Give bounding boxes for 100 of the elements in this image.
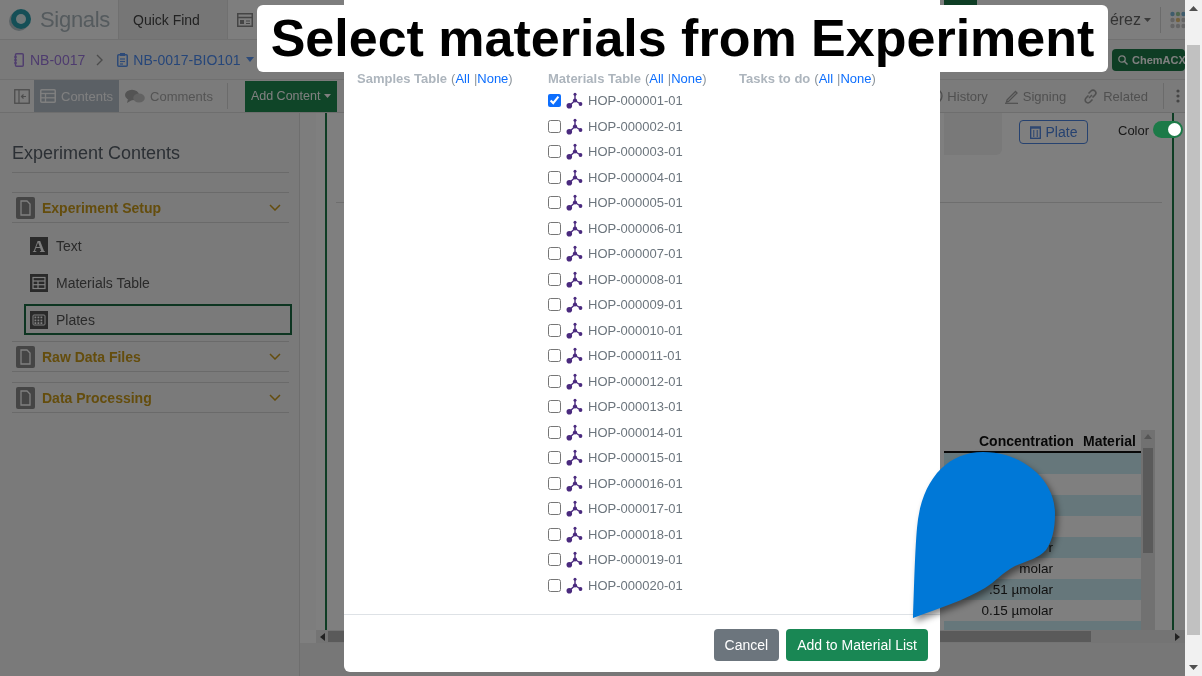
material-name: HOP-000006-01 xyxy=(588,220,683,236)
breadcrumb-link[interactable]: NB-0017 xyxy=(30,51,86,68)
notebook-icon xyxy=(14,52,24,67)
table-cell: r xyxy=(1048,540,1053,555)
quick-find-tab[interactable]: Quick Find xyxy=(118,0,228,39)
material-name: HOP-000003-01 xyxy=(588,144,683,160)
item-checkbox[interactable] xyxy=(548,119,561,133)
item-checkbox[interactable] xyxy=(548,476,561,490)
item-checkbox[interactable] xyxy=(548,272,561,286)
molecule-icon xyxy=(566,117,583,135)
kebab-menu-icon[interactable] xyxy=(1176,89,1180,103)
molecule-icon xyxy=(566,347,583,365)
column-title: Samples Table xyxy=(357,70,448,86)
item-checkbox[interactable] xyxy=(548,323,561,337)
select-none-link[interactable]: None xyxy=(477,70,509,86)
molecule-icon xyxy=(566,500,583,518)
column-header: Concentration xyxy=(979,432,1075,449)
material-name: HOP-000012-01 xyxy=(588,373,683,389)
active-nav-marker xyxy=(943,0,977,5)
logo-icon xyxy=(8,7,32,32)
table-cell: molar xyxy=(1019,561,1053,576)
chat-icon xyxy=(125,88,146,104)
page-scrollbar[interactable] xyxy=(1185,0,1202,676)
chevron-down-icon xyxy=(269,353,281,360)
item-checkbox[interactable] xyxy=(548,170,561,184)
bracket-text: ( xyxy=(814,70,819,86)
add-content-button[interactable]: Add Content xyxy=(244,80,338,112)
column-title: Materials Table xyxy=(548,70,641,86)
scroll-up-icon[interactable] xyxy=(1189,6,1198,11)
plate-button[interactable]: Plate xyxy=(1019,120,1088,144)
cancel-button[interactable]: Cancel xyxy=(713,629,780,661)
molecule-icon xyxy=(566,372,583,390)
item-checkbox[interactable] xyxy=(548,502,561,516)
clipboard-icon xyxy=(117,52,129,67)
sidebar-item[interactable]: Plates xyxy=(24,304,292,335)
table-icon xyxy=(40,89,56,103)
link-icon xyxy=(1082,87,1100,105)
item-checkbox[interactable] xyxy=(548,94,561,108)
scrollbar-thumb[interactable] xyxy=(1187,45,1200,635)
molecule-icon xyxy=(566,474,583,492)
bracket-text: ) xyxy=(871,70,876,86)
molecule-icon xyxy=(566,92,583,110)
item-checkbox[interactable] xyxy=(548,374,561,388)
material-name: HOP-000017-01 xyxy=(588,501,683,517)
select-all-link[interactable]: All xyxy=(649,70,664,86)
item-checkbox[interactable] xyxy=(548,451,561,465)
vertical-scrollbar[interactable] xyxy=(1141,430,1155,630)
item-checkbox[interactable] xyxy=(548,349,561,363)
search-icon xyxy=(1118,54,1128,65)
item-checkbox[interactable] xyxy=(548,145,561,159)
molecule-icon xyxy=(566,245,583,263)
section-header[interactable]: Data Processing xyxy=(12,382,289,413)
color-toggle[interactable] xyxy=(1153,121,1184,138)
caret-icon xyxy=(324,94,332,98)
pen-icon xyxy=(1003,88,1019,104)
select-all-link[interactable]: All xyxy=(455,70,470,86)
material-name: HOP-000020-01 xyxy=(588,577,683,593)
table-icon xyxy=(30,273,48,292)
item-checkbox[interactable] xyxy=(548,425,561,439)
item-checkbox[interactable] xyxy=(548,553,561,567)
select-all-link[interactable]: All xyxy=(818,70,834,86)
material-name: HOP-000009-01 xyxy=(588,297,683,313)
molecule-icon xyxy=(566,398,583,416)
item-checkbox[interactable] xyxy=(548,527,561,541)
bracket-text: ( xyxy=(451,70,456,86)
material-name: HOP-000016-01 xyxy=(588,475,683,491)
item-checkbox[interactable] xyxy=(548,196,561,210)
add-to-list-button[interactable]: Add to Material List xyxy=(786,629,928,661)
sidebar-title: Experiment Contents xyxy=(12,113,289,173)
caret-icon xyxy=(1144,17,1151,22)
breadcrumb-link[interactable]: NB-0017-BIO101 xyxy=(133,51,241,68)
dashboard-icon[interactable] xyxy=(237,12,253,27)
select-none-link[interactable]: None xyxy=(671,70,703,86)
item-checkbox[interactable] xyxy=(548,298,561,312)
scroll-down-icon[interactable] xyxy=(1189,665,1198,670)
bracket-text: ( xyxy=(644,70,650,86)
material-name: HOP-000010-01 xyxy=(588,322,683,338)
search-button[interactable]: ChemACX xyxy=(1112,48,1185,71)
sidebar-item[interactable]: A Text xyxy=(24,230,292,261)
material-name: HOP-000018-01 xyxy=(588,526,683,542)
caption-banner: Select materials from Experiment xyxy=(257,5,1108,72)
item-checkbox[interactable] xyxy=(548,221,561,235)
item-checkbox[interactable] xyxy=(548,247,561,261)
item-checkbox[interactable] xyxy=(548,578,561,592)
user-menu[interactable]: érez xyxy=(1109,10,1151,29)
document-icon xyxy=(16,386,35,409)
scroll-right-icon[interactable] xyxy=(1175,632,1180,641)
item-checkbox[interactable] xyxy=(548,400,561,414)
select-none-link[interactable]: None xyxy=(840,70,872,86)
section-header[interactable]: Experiment Setup xyxy=(12,192,289,223)
material-name: HOP-000008-01 xyxy=(588,271,683,287)
scroll-left-icon[interactable] xyxy=(320,632,325,641)
material-name: HOP-000019-01 xyxy=(588,552,683,568)
document-icon xyxy=(16,196,35,219)
material-name: HOP-000013-01 xyxy=(588,399,683,415)
panel-toggle-icon[interactable] xyxy=(14,88,30,104)
section-header[interactable]: Raw Data Files xyxy=(12,341,289,372)
sidebar-item[interactable]: Materials Table xyxy=(24,267,292,298)
table-cell: 0.15 µmolar xyxy=(981,603,1053,618)
molecule-icon xyxy=(566,449,583,467)
